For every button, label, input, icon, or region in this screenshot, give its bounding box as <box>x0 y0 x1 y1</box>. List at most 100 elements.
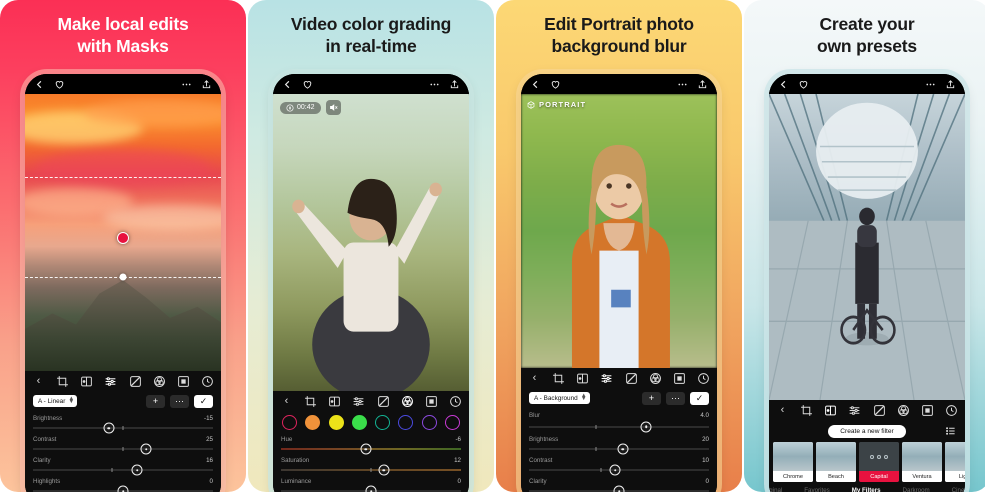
history-icon[interactable] <box>201 375 214 388</box>
slider-highlights[interactable]: Highlights 0 <box>33 476 213 492</box>
adjust-icon[interactable] <box>848 404 861 417</box>
ellipsis-icon[interactable] <box>181 79 192 90</box>
history-icon[interactable] <box>945 404 958 417</box>
color-wheel-icon[interactable] <box>153 375 166 388</box>
app-screenshot-card-portrait[interactable]: Edit Portrait photo background blur PORT… <box>496 0 742 492</box>
slider-luminance[interactable]: Luminance 0 <box>281 476 461 492</box>
swatch-teal[interactable] <box>375 415 391 430</box>
swatch-purple[interactable] <box>421 415 437 430</box>
app-screenshot-card-video[interactable]: Video color grading in real-time 00:42 ‹… <box>248 0 494 492</box>
slider-clarity[interactable]: Clarity 16 <box>33 455 213 476</box>
slider-knob[interactable] <box>613 485 625 492</box>
swatch-yellow[interactable] <box>328 415 344 430</box>
slider-knob[interactable] <box>103 422 115 434</box>
mask-more-button[interactable]: ··· <box>170 394 189 408</box>
tab-original[interactable]: Original <box>769 487 782 492</box>
add-mask-button[interactable]: + <box>642 391 661 405</box>
share-icon[interactable] <box>697 79 708 90</box>
stepper-icon[interactable]: ▲ ▼ <box>68 396 74 405</box>
color-wheel-icon[interactable] <box>897 404 910 417</box>
heart-icon[interactable] <box>54 79 65 90</box>
history-icon[interactable] <box>697 372 710 385</box>
playback-chip[interactable]: 00:42 <box>280 101 321 114</box>
slider-saturation[interactable]: Saturation 12 <box>281 455 461 476</box>
swatch-green[interactable] <box>351 415 367 430</box>
preset-list[interactable]: Chrome Beach Capital Ventura Li <box>769 442 965 482</box>
adjust-icon[interactable] <box>104 375 117 388</box>
back-chevron-icon[interactable] <box>530 79 541 90</box>
slider-knob[interactable] <box>365 485 377 492</box>
photo-canvas[interactable] <box>769 94 965 400</box>
crop-icon[interactable] <box>800 404 813 417</box>
list-icon[interactable] <box>945 426 956 437</box>
ellipsis-icon[interactable] <box>677 79 688 90</box>
mask-center-handle[interactable] <box>117 232 129 245</box>
photo-canvas[interactable]: PORTRAIT <box>521 94 717 368</box>
swatch-blue[interactable] <box>398 415 414 430</box>
app-screenshot-card-presets[interactable]: Create your own presets ‹ Create a new f… <box>744 0 985 492</box>
mask-selector[interactable]: A - Background ▲ ▼ <box>529 391 590 405</box>
swatch-magenta[interactable] <box>444 415 460 430</box>
share-icon[interactable] <box>945 79 956 90</box>
preset-item[interactable]: Beach <box>816 442 856 482</box>
swatch-red[interactable] <box>282 415 297 430</box>
preset-item[interactable]: Chrome <box>773 442 813 482</box>
slider-knob[interactable] <box>360 443 372 455</box>
crop-icon[interactable] <box>552 372 565 385</box>
history-icon[interactable] <box>449 395 462 408</box>
slider-contrast[interactable]: Contrast 10 <box>529 455 709 476</box>
slider-knob[interactable] <box>117 485 129 492</box>
light-icon[interactable] <box>576 372 589 385</box>
color-wheel-icon[interactable] <box>649 372 662 385</box>
tab-my-filters[interactable]: My Filters <box>852 487 881 492</box>
light-icon[interactable] <box>80 375 93 388</box>
slider-knob[interactable] <box>378 464 390 476</box>
ellipsis-icon[interactable] <box>925 79 936 90</box>
swatch-orange[interactable] <box>305 415 321 430</box>
vignette-icon[interactable] <box>425 395 438 408</box>
curves-icon[interactable] <box>129 375 142 388</box>
preset-item[interactable]: Ventura <box>902 442 942 482</box>
back-icon[interactable]: ‹ <box>32 375 45 388</box>
heart-icon[interactable] <box>550 79 561 90</box>
curves-icon[interactable] <box>873 404 886 417</box>
adjust-icon[interactable] <box>600 372 613 385</box>
add-mask-button[interactable]: + <box>146 394 165 408</box>
create-new-filter-button[interactable]: Create a new filter <box>828 424 906 438</box>
tab-darkroom[interactable]: Darkroom <box>903 487 930 492</box>
back-icon[interactable]: ‹ <box>280 395 293 408</box>
curves-icon[interactable] <box>377 395 390 408</box>
tab-cinema[interactable]: Cinema <box>952 487 965 492</box>
color-wheel-icon[interactable] <box>401 395 414 408</box>
presets-icon[interactable] <box>824 404 837 417</box>
curves-icon[interactable] <box>625 372 638 385</box>
crop-icon[interactable] <box>56 375 69 388</box>
share-icon[interactable] <box>201 79 212 90</box>
back-chevron-icon[interactable] <box>282 79 293 90</box>
slider-knob[interactable] <box>640 421 652 432</box>
back-chevron-icon[interactable] <box>778 79 789 90</box>
slider-clarity[interactable]: Clarity 0 <box>529 476 709 492</box>
back-icon[interactable]: ‹ <box>776 404 789 417</box>
back-chevron-icon[interactable] <box>34 79 45 90</box>
slider-knob[interactable] <box>617 443 629 455</box>
slider-hue[interactable]: Hue -6 <box>281 434 461 455</box>
share-icon[interactable] <box>449 79 460 90</box>
vignette-icon[interactable] <box>921 404 934 417</box>
slider-contrast[interactable]: Contrast 25 <box>33 434 213 455</box>
mute-chip[interactable] <box>325 100 341 115</box>
heart-icon[interactable] <box>798 79 809 90</box>
ellipsis-icon[interactable] <box>429 79 440 90</box>
slider-brightness[interactable]: Brightness -15 <box>33 413 213 434</box>
heart-icon[interactable] <box>302 79 313 90</box>
photo-canvas[interactable] <box>25 94 221 371</box>
stepper-icon[interactable]: ▲ ▼ <box>581 393 587 402</box>
light-icon[interactable] <box>328 395 341 408</box>
preset-category-tabs[interactable]: Original Favorites My Filters Darkroom C… <box>769 482 965 492</box>
slider-brightness[interactable]: Brightness 20 <box>529 434 709 455</box>
preset-item-selected[interactable]: Capital <box>859 442 899 482</box>
preset-item[interactable]: Light <box>945 442 965 482</box>
confirm-button[interactable]: ✓ <box>690 391 709 405</box>
vignette-icon[interactable] <box>177 375 190 388</box>
video-canvas[interactable]: 00:42 <box>273 94 469 391</box>
